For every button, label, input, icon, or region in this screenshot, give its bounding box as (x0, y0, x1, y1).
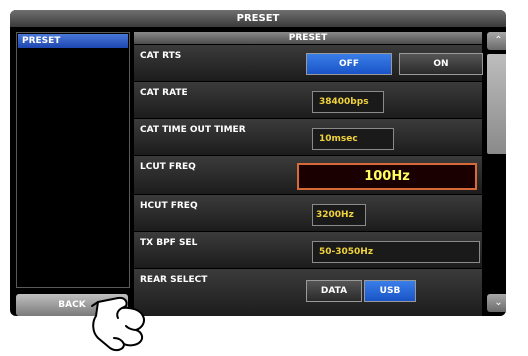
tx-bpf-sel-value[interactable]: 50-3050Hz (312, 241, 480, 263)
row-cat-rts: CAT RTS OFF ON (134, 45, 483, 82)
lcut-freq-value[interactable]: 100Hz (297, 163, 477, 190)
row-lcut-freq: LCUT FREQ 100Hz (134, 156, 482, 195)
main-header: PRESET (134, 32, 482, 44)
cat-rts-off-button[interactable]: OFF (306, 53, 392, 75)
row-label: CAT TIME OUT TIMER (140, 125, 246, 135)
title-bar: PRESET (10, 10, 506, 27)
row-hcut-freq: HCUT FREQ 3200Hz (134, 195, 482, 232)
scroll-up-button[interactable]: ⌃ (487, 32, 506, 50)
row-tx-bpf-sel: TX BPF SEL 50-3050Hz (134, 232, 482, 269)
rear-select-data-button[interactable]: DATA (306, 280, 362, 302)
row-rear-select: REAR SELECT DATA USB (134, 269, 482, 316)
rear-select-usb-button[interactable]: USB (364, 280, 416, 302)
row-cat-time-out-timer: CAT TIME OUT TIMER 10msec (134, 119, 482, 156)
row-label: CAT RTS (140, 51, 182, 61)
row-label: TX BPF SEL (140, 238, 198, 248)
screen: PRESET PRESET BACK PRESET CAT RTS OFF ON… (10, 10, 506, 316)
row-cat-rate: CAT RATE 38400bps (134, 82, 482, 119)
cat-rate-value[interactable]: 38400bps (312, 91, 384, 113)
scroll-down-button[interactable]: ⌄ (487, 294, 506, 312)
hcut-freq-value[interactable]: 3200Hz (312, 204, 366, 226)
row-label: LCUT FREQ (140, 162, 196, 172)
row-label: REAR SELECT (140, 275, 208, 285)
left-panel: PRESET (16, 32, 130, 288)
row-label: CAT RATE (140, 88, 188, 98)
pointing-hand-icon (91, 296, 146, 352)
chevron-up-icon: ⌃ (494, 35, 503, 46)
cat-rts-on-button[interactable]: ON (399, 53, 483, 75)
row-label: HCUT FREQ (140, 201, 198, 211)
cat-time-out-timer-value[interactable]: 10msec (312, 128, 394, 150)
scroll-thumb[interactable] (487, 54, 506, 154)
left-item-preset[interactable]: PRESET (18, 34, 128, 48)
chevron-down-icon: ⌄ (494, 297, 503, 308)
